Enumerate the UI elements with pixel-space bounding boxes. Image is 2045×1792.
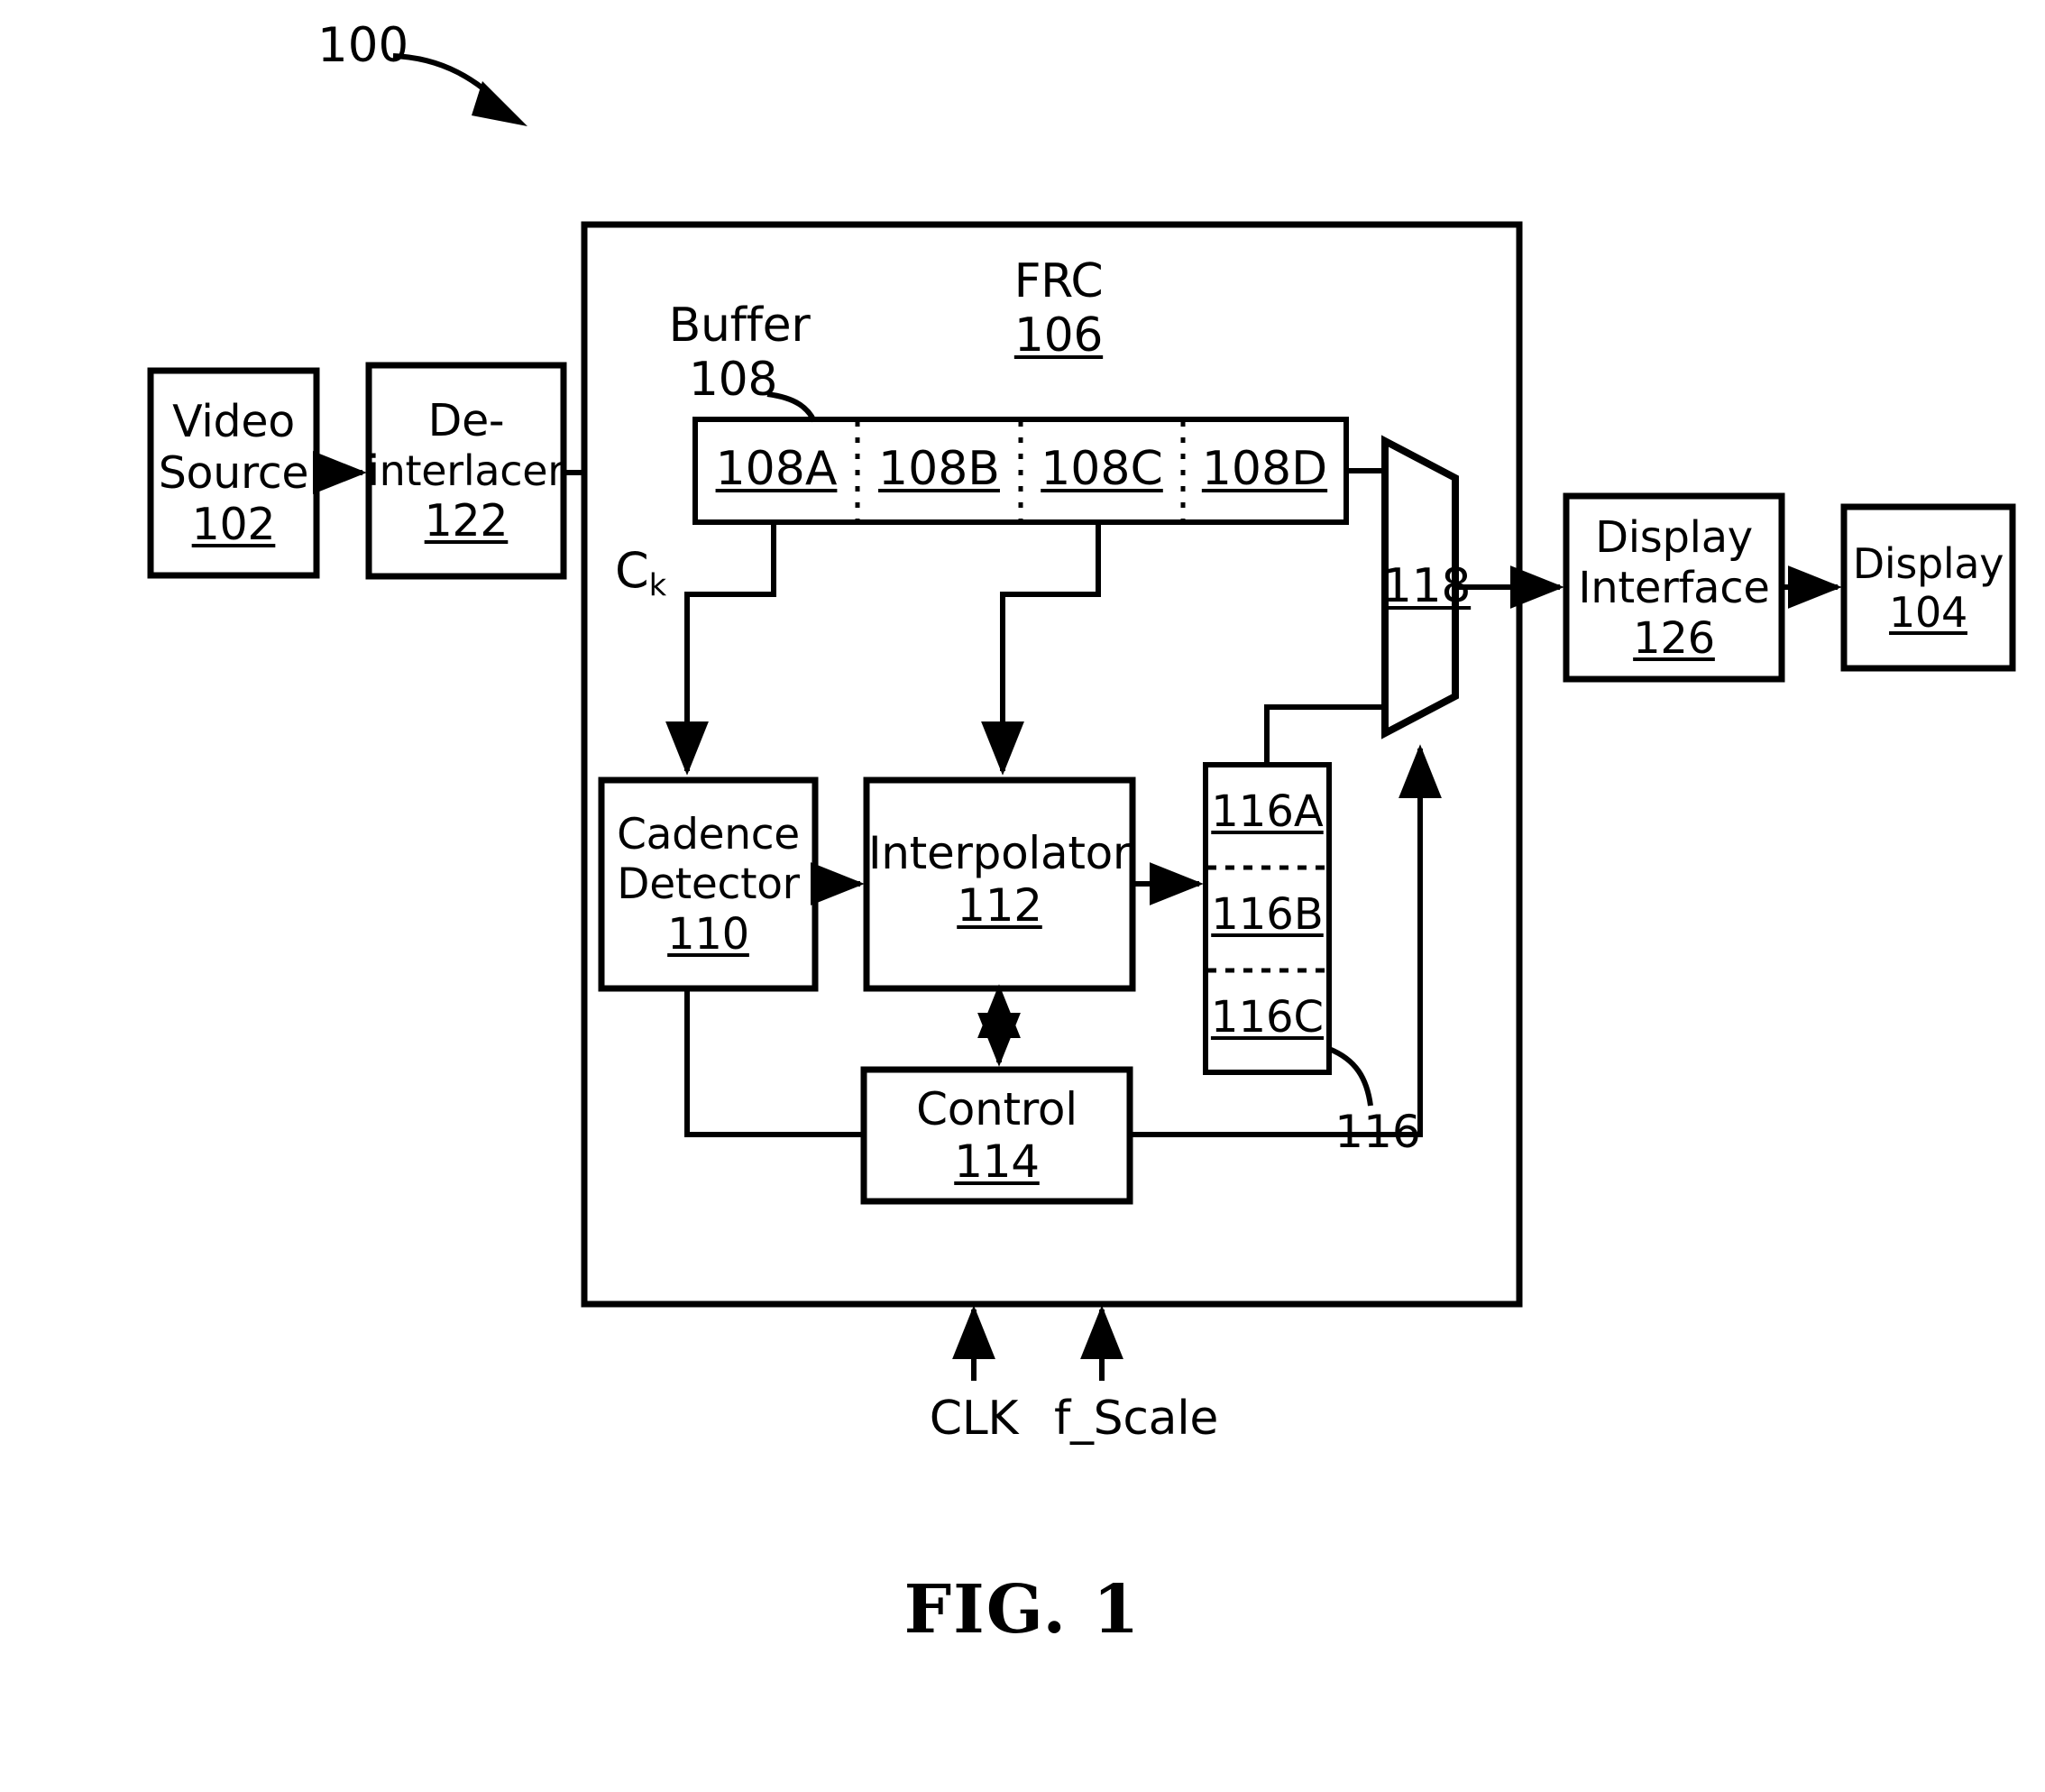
interpolator-ref: 112: [957, 879, 1042, 932]
interpolator-label-group: Interpolator 112: [867, 807, 1133, 951]
control-label-group: Control 114: [864, 1075, 1130, 1196]
interpolator-title: Interpolator: [867, 827, 1132, 879]
ck-base: C: [615, 542, 649, 599]
buffer-title: Buffer: [668, 299, 811, 353]
display-ref: 104: [1889, 587, 1967, 637]
clk-label: CLK: [929, 1392, 1019, 1446]
fscale-label: f_Scale: [1053, 1392, 1219, 1446]
video-source-line1: Video: [172, 396, 295, 447]
cadence-detector-line2: Detector: [617, 859, 800, 909]
cadence-detector-line1: Cadence: [617, 809, 800, 859]
buffer-cell-108d: 108D: [1201, 442, 1328, 496]
frame-store-cell-116c: 116C: [1210, 992, 1325, 1043]
buffer-cell-108c: 108C: [1041, 442, 1163, 496]
cadence-detector-ref: 110: [667, 908, 749, 960]
cadence-detector-label-group: Cadence Detector 110: [601, 780, 815, 988]
video-source-label-group: Video Source 102: [151, 371, 316, 575]
mux-ref: 118: [1381, 559, 1472, 613]
control-title: Control: [916, 1083, 1078, 1135]
frc-ref: 106: [1013, 308, 1104, 363]
buffer-cell-108a: 108A: [715, 442, 838, 496]
video-source-ref: 102: [191, 499, 276, 550]
ck-subscript: k: [648, 567, 667, 603]
deinterlacer-label-group: De- interlacer 122: [368, 365, 564, 576]
frc-title: FRC: [1013, 254, 1104, 308]
display-interface-line2: Interface: [1578, 562, 1770, 613]
system-ref-label: 100: [317, 18, 409, 73]
figure-caption: FIG. 1: [903, 1571, 1142, 1649]
video-source-line2: Source: [158, 447, 309, 499]
deinterlacer-line1: De-: [427, 395, 505, 446]
frame-store-cell-116a: 116A: [1211, 786, 1324, 837]
buffer-cell-108b: 108B: [878, 442, 1000, 496]
frame-store-ref: 116: [1334, 1106, 1421, 1158]
patent-figure-1: 100 Video Source 102 De- interlacer 122 …: [0, 0, 2045, 1792]
deinterlacer-line2: interlacer: [368, 446, 564, 495]
control-ref: 114: [954, 1135, 1040, 1188]
display-label-group: Display 104: [1844, 523, 2013, 652]
ck-signal-label: Ck: [615, 542, 667, 603]
display-title: Display: [1852, 538, 2004, 588]
display-interface-label-group: Display Interface 126: [1566, 496, 1782, 679]
display-interface-line1: Display: [1595, 511, 1753, 563]
frame-store-cell-116b: 116B: [1211, 889, 1324, 940]
buffer-ref: 108: [688, 353, 778, 407]
deinterlacer-ref: 122: [424, 495, 509, 547]
display-interface-ref: 126: [1633, 612, 1715, 664]
